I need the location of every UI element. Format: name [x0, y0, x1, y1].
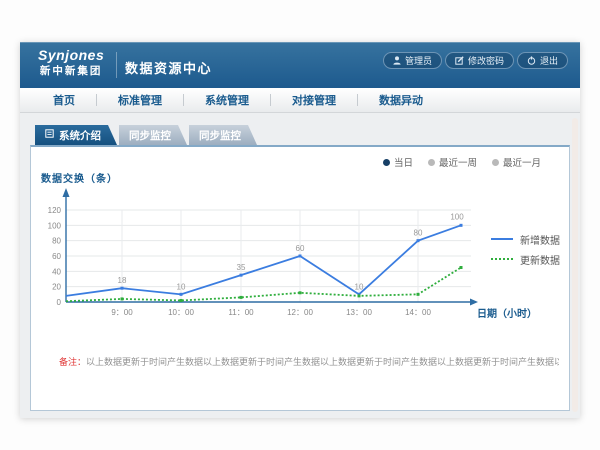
content-panel: 当日 最近一周 最近一月 数据交换（条） 0204060801001209：00…: [30, 145, 570, 411]
nav-item-standard-mgmt[interactable]: 标准管理: [97, 92, 183, 108]
footnote: 备注：以上数据更新于时间产生数据以上数据更新于时间产生数据以上数据更新于时间产生…: [59, 355, 559, 368]
user-icon: [393, 56, 401, 65]
legend-item-updated-data[interactable]: 更新数据: [491, 249, 560, 269]
svg-text:100: 100: [48, 221, 62, 230]
edit-icon: [455, 56, 464, 65]
svg-text:10: 10: [177, 282, 186, 291]
svg-text:60: 60: [296, 244, 305, 253]
svg-text:18: 18: [118, 276, 127, 285]
logout-button[interactable]: 退出: [517, 52, 568, 69]
svg-text:14：00: 14：00: [405, 308, 431, 317]
filter-option-2[interactable]: 最近一月: [492, 155, 541, 169]
power-icon: [527, 56, 536, 65]
app-window: Synjones 新中新集团 数据资源中心 管理员 修改密码: [20, 42, 580, 418]
nav-item-data-change[interactable]: 数据异动: [358, 92, 444, 108]
legend-label: 更新数据: [520, 252, 560, 267]
nav-item-system-mgmt[interactable]: 系统管理: [184, 92, 270, 108]
app-header: Synjones 新中新集团 数据资源中心 管理员 修改密码: [20, 42, 580, 88]
tab-system-intro[interactable]: 系统介绍: [35, 125, 117, 145]
svg-text:20: 20: [52, 283, 61, 292]
tab-bar: 系统介绍 同步监控 同步监控: [35, 125, 259, 145]
svg-text:80: 80: [414, 229, 423, 238]
svg-text:12：00: 12：00: [287, 308, 313, 317]
tab-sync-monitor-1[interactable]: 同步监控: [119, 125, 187, 145]
scrollbar[interactable]: [572, 118, 578, 412]
admin-user-button[interactable]: 管理员: [383, 52, 442, 69]
svg-text:60: 60: [52, 252, 61, 261]
legend-label: 新增数据: [520, 232, 560, 247]
filter-label: 最近一周: [439, 155, 477, 169]
svg-text:11：00: 11：00: [228, 308, 254, 317]
admin-user-label: 管理员: [405, 54, 432, 67]
tab-label: 同步监控: [129, 128, 171, 143]
page-title: 数据资源中心: [125, 58, 212, 77]
filter-option-1[interactable]: 最近一周: [428, 155, 477, 169]
radio-dot: [383, 159, 390, 166]
svg-text:120: 120: [48, 206, 62, 215]
svg-text:80: 80: [52, 237, 61, 246]
tab-label: 系统介绍: [59, 128, 101, 143]
x-axis-title: 日期（小时）: [477, 305, 537, 320]
filter-option-0[interactable]: 当日: [383, 155, 413, 169]
tab-sync-monitor-2[interactable]: 同步监控: [189, 125, 257, 145]
svg-text:13：00: 13：00: [346, 308, 372, 317]
nav-item-home[interactable]: 首页: [32, 92, 96, 108]
solid-line-icon: [491, 238, 513, 240]
dotted-line-icon: [491, 258, 513, 260]
footnote-prefix: 备注：: [59, 357, 86, 367]
main-nav: 首页 标准管理 系统管理 对接管理 数据异动: [20, 88, 580, 113]
series-legend: 新增数据 更新数据: [491, 229, 560, 269]
radio-dot: [428, 159, 435, 166]
company-logo: Synjones 新中新集团: [38, 47, 104, 78]
radio-dot: [492, 159, 499, 166]
date-range-filter: 当日 最近一周 最近一月: [383, 155, 541, 169]
svg-text:35: 35: [237, 263, 246, 272]
svg-text:100: 100: [450, 212, 464, 221]
change-password-button[interactable]: 修改密码: [445, 52, 514, 69]
logout-label: 退出: [540, 54, 558, 67]
legend-item-new-data[interactable]: 新增数据: [491, 229, 560, 249]
filter-label: 最近一月: [503, 155, 541, 169]
nav-item-interface-mgmt[interactable]: 对接管理: [271, 92, 357, 108]
header-actions: 管理员 修改密码 退出: [383, 52, 568, 69]
tab-label: 同步监控: [199, 128, 241, 143]
change-password-label: 修改密码: [468, 54, 504, 67]
svg-text:40: 40: [52, 267, 61, 276]
header-divider: [116, 52, 117, 78]
svg-text:0: 0: [57, 298, 62, 307]
logo-subtext: 新中新集团: [38, 65, 104, 78]
line-chart: 0 20 40 60 80 100 120 9：00 10：00 11：00 12：00 13：00 1…: [41, 182, 491, 324]
document-icon: [45, 129, 54, 141]
filter-label: 当日: [394, 155, 413, 169]
svg-text:9：00: 9：00: [111, 308, 133, 317]
logo-text: Synjones: [38, 47, 104, 65]
svg-text:10：00: 10：00: [168, 308, 194, 317]
footnote-text: 以上数据更新于时间产生数据以上数据更新于时间产生数据以上数据更新于时间产生数据以…: [86, 357, 559, 367]
svg-text:10: 10: [355, 282, 364, 291]
